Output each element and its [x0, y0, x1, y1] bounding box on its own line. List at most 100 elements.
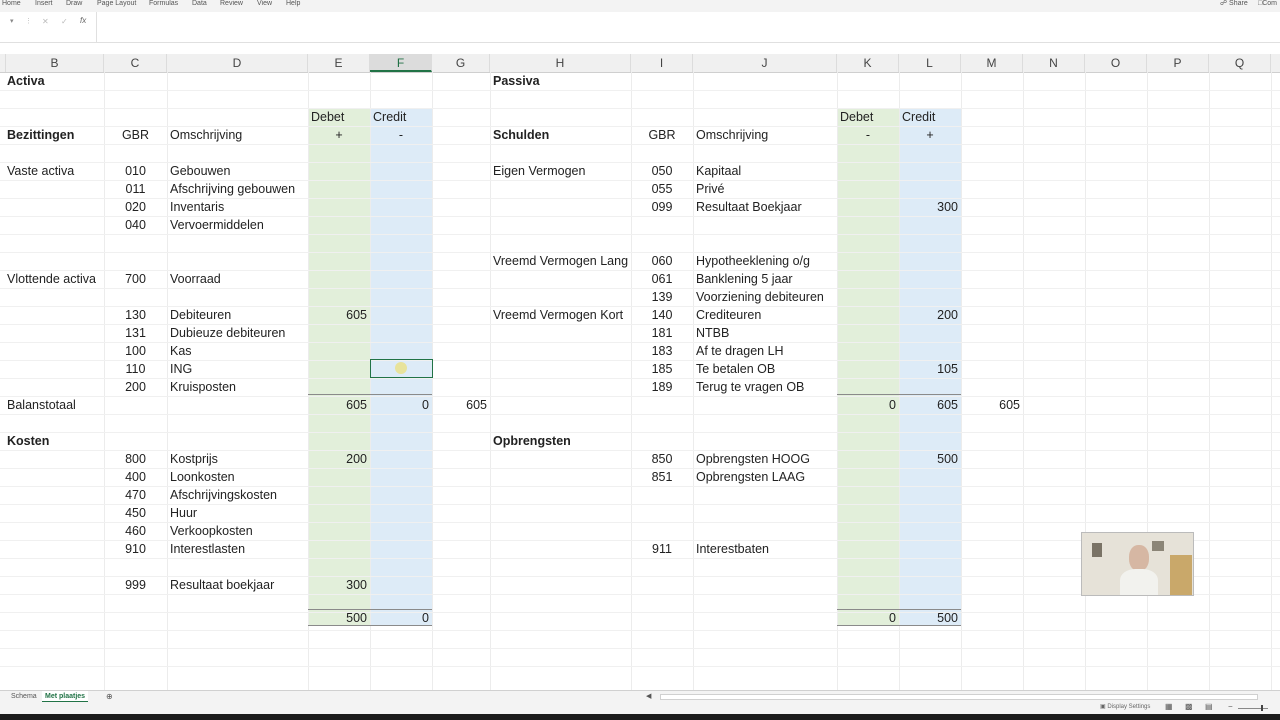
- account-code[interactable]: 140: [631, 306, 693, 324]
- account-desc[interactable]: Crediteuren: [693, 306, 761, 324]
- kosten-label[interactable]: Kosten: [4, 432, 49, 450]
- column-header[interactable]: I: [631, 54, 693, 72]
- account-desc[interactable]: Loonkosten: [167, 468, 235, 486]
- enter-icon[interactable]: ✓: [61, 17, 68, 26]
- credit-value[interactable]: 500: [899, 450, 961, 468]
- passiva-title[interactable]: Passiva: [490, 72, 540, 90]
- account-code[interactable]: 911: [631, 540, 693, 558]
- account-desc[interactable]: ING: [167, 360, 192, 378]
- account-desc[interactable]: Vervoermiddelen: [167, 216, 264, 234]
- debet-header-passiva[interactable]: Debet: [837, 108, 873, 126]
- account-code[interactable]: 060: [631, 252, 693, 270]
- menu-formulas[interactable]: Formulas: [149, 0, 178, 8]
- account-desc[interactable]: Dubieuze debiteuren: [167, 324, 285, 342]
- gbr-header-passiva[interactable]: GBR: [631, 126, 693, 144]
- column-header-selected[interactable]: F: [370, 54, 432, 72]
- account-desc[interactable]: Terug te vragen OB: [693, 378, 804, 396]
- account-code[interactable]: 181: [631, 324, 693, 342]
- column-header[interactable]: O: [1085, 54, 1147, 72]
- formula-input[interactable]: [100, 12, 1270, 42]
- account-code[interactable]: 139: [631, 288, 693, 306]
- account-desc[interactable]: Debiteuren: [167, 306, 231, 324]
- menu-home[interactable]: Home: [2, 0, 21, 8]
- balanstotaal-label[interactable]: Balanstotaal: [4, 396, 76, 414]
- account-desc[interactable]: Voorziening debiteuren: [693, 288, 824, 306]
- account-desc[interactable]: Gebouwen: [167, 162, 230, 180]
- account-desc[interactable]: Voorraad: [167, 270, 221, 288]
- menu-draw[interactable]: Draw: [66, 0, 82, 8]
- gbr-header-activa[interactable]: GBR: [104, 126, 167, 144]
- balans-credit-total[interactable]: 0: [370, 396, 432, 414]
- account-desc[interactable]: Af te dragen LH: [693, 342, 784, 360]
- column-header[interactable]: Q: [1209, 54, 1271, 72]
- account-desc[interactable]: Interestlasten: [167, 540, 245, 558]
- credit-value[interactable]: 200: [899, 306, 961, 324]
- column-header[interactable]: H: [490, 54, 631, 72]
- account-code[interactable]: 050: [631, 162, 693, 180]
- balans-activa-sum[interactable]: 605: [432, 396, 490, 414]
- column-header[interactable]: B: [6, 54, 104, 72]
- account-desc[interactable]: Te betalen OB: [693, 360, 775, 378]
- account-code[interactable]: 189: [631, 378, 693, 396]
- account-code[interactable]: 055: [631, 180, 693, 198]
- menu-data[interactable]: Data: [192, 0, 207, 8]
- zoom-slider-thumb[interactable]: [1261, 705, 1263, 711]
- column-header[interactable]: L: [899, 54, 961, 72]
- account-code[interactable]: 110: [104, 360, 167, 378]
- page-layout-view-icon[interactable]: ▩: [1185, 702, 1193, 711]
- account-code[interactable]: 061: [631, 270, 693, 288]
- column-header[interactable]: K: [837, 54, 899, 72]
- worksheet-grid[interactable]: Activa Passiva Debet Credit Debet Credit…: [0, 72, 1280, 690]
- plus-sign-passiva[interactable]: +: [899, 126, 961, 144]
- column-header[interactable]: J: [693, 54, 837, 72]
- column-header[interactable]: D: [167, 54, 308, 72]
- balans-passiva-sum[interactable]: 605: [961, 396, 1023, 414]
- account-desc[interactable]: Kas: [167, 342, 192, 360]
- normal-view-icon[interactable]: ▦: [1165, 702, 1173, 711]
- account-code[interactable]: 850: [631, 450, 693, 468]
- account-code[interactable]: 470: [104, 486, 167, 504]
- name-box-dropdown-icon[interactable]: ▾: [10, 17, 14, 25]
- zoom-out-icon[interactable]: −: [1228, 702, 1233, 711]
- column-header[interactable]: C: [104, 54, 167, 72]
- column-header[interactable]: M: [961, 54, 1023, 72]
- kosten-credit-total[interactable]: 0: [370, 609, 432, 627]
- debet-header-activa[interactable]: Debet: [308, 108, 344, 126]
- account-desc[interactable]: Interestbaten: [693, 540, 769, 558]
- account-code[interactable]: 130: [104, 306, 167, 324]
- account-desc[interactable]: Hypotheeklening o/g: [693, 252, 810, 270]
- menu-review[interactable]: Review: [220, 0, 243, 8]
- comments-button[interactable]: □Com: [1258, 0, 1277, 8]
- account-code[interactable]: 400: [104, 468, 167, 486]
- account-desc[interactable]: NTBB: [693, 324, 729, 342]
- account-code[interactable]: 851: [631, 468, 693, 486]
- credit-value[interactable]: 300: [899, 198, 961, 216]
- opbrengsten-label[interactable]: Opbrengsten: [490, 432, 571, 450]
- vaste-activa-label[interactable]: Vaste activa: [4, 162, 74, 180]
- page-break-view-icon[interactable]: ▤: [1205, 702, 1213, 711]
- account-desc[interactable]: Resultaat Boekjaar: [693, 198, 802, 216]
- account-desc[interactable]: Huur: [167, 504, 197, 522]
- account-code[interactable]: 099: [631, 198, 693, 216]
- account-code[interactable]: 011: [104, 180, 167, 198]
- balans-debet-total[interactable]: 605: [308, 396, 370, 414]
- display-settings-button[interactable]: ▣ Display Settings: [1100, 703, 1150, 710]
- plus-sign-activa[interactable]: +: [308, 126, 370, 144]
- opbrengsten-credit-total[interactable]: 500: [899, 609, 961, 627]
- account-desc[interactable]: Kapitaal: [693, 162, 741, 180]
- account-code[interactable]: 185: [631, 360, 693, 378]
- balans-passiva-credit-total[interactable]: 605: [899, 396, 961, 414]
- credit-header-activa[interactable]: Credit: [370, 108, 406, 126]
- menu-view[interactable]: View: [257, 0, 272, 8]
- account-code[interactable]: 040: [104, 216, 167, 234]
- debet-value[interactable]: 200: [308, 450, 370, 468]
- menu-help[interactable]: Help: [286, 0, 300, 8]
- account-desc[interactable]: Inventaris: [167, 198, 224, 216]
- account-code[interactable]: 460: [104, 522, 167, 540]
- bezittingen-label[interactable]: Bezittingen: [4, 126, 74, 144]
- account-code[interactable]: 200: [104, 378, 167, 396]
- column-header[interactable]: N: [1023, 54, 1085, 72]
- account-desc[interactable]: Banklening 5 jaar: [693, 270, 793, 288]
- account-code[interactable]: 700: [104, 270, 167, 288]
- opbrengsten-debet-total[interactable]: 0: [837, 609, 899, 627]
